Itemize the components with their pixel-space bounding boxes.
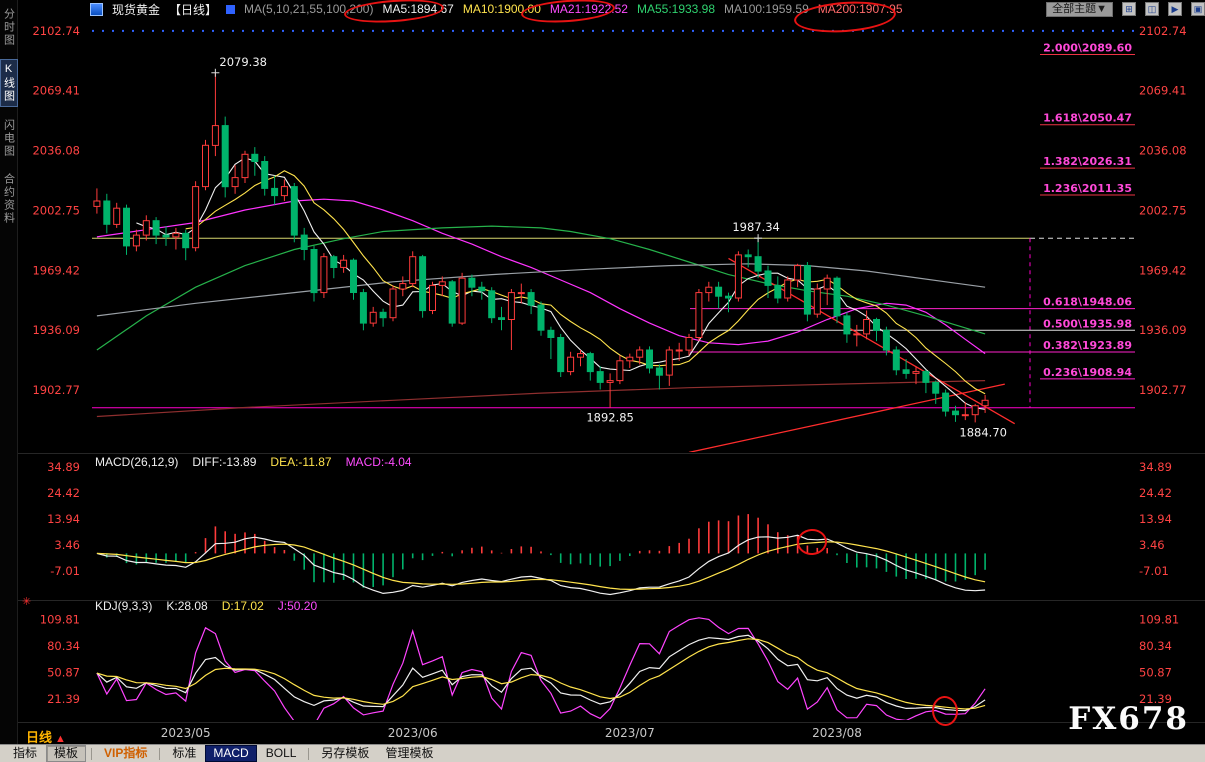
svg-text:0.618\1948.06: 0.618\1948.06 [1043,296,1132,309]
svg-text:-7.01: -7.01 [1139,564,1169,578]
svg-text:1902.77: 1902.77 [1139,383,1187,397]
kdj-j-value: J:50.20 [278,599,317,613]
svg-text:0.500\1935.98: 0.500\1935.98 [1043,317,1132,330]
svg-text:2023/06: 2023/06 [388,726,438,740]
macd-header: MACD(26,12,9) DIFF:-13.89 DEA:-11.87 MAC… [95,455,412,469]
kdj-k-value: K:28.08 [166,599,207,613]
top-toolbar: 现货黄金 【日线】 MA(5,10,21,55,100,200) MA5:189… [0,0,1205,18]
svg-text:1936.09: 1936.09 [32,323,80,337]
svg-text:2036.08: 2036.08 [32,144,80,158]
split-layout-icon[interactable]: ◫ [1145,2,1159,16]
sidebar-tab-time-chart[interactable]: 分时图 [1,5,17,50]
tab-templates[interactable]: 模板 [46,745,86,762]
candles-layer [94,73,988,423]
tab-macd[interactable]: MACD [205,745,256,762]
divider [308,748,309,760]
svg-text:1902.77: 1902.77 [32,383,80,397]
svg-text:2023/05: 2023/05 [161,726,211,740]
svg-text:1969.42: 1969.42 [32,263,80,277]
svg-text:0.236\1908.94: 0.236\1908.94 [1043,366,1132,379]
kdj-d-value: D:17.02 [222,599,264,613]
macd-dea-value: DEA:-11.87 [270,455,331,469]
svg-text:1892.85: 1892.85 [586,411,634,425]
chart-canvas[interactable]: 2.000\2089.60 1.618\2050.47 1.382\2026.31 1… [0,0,1205,745]
svg-text:109.81: 109.81 [40,612,80,626]
svg-text:109.81: 109.81 [1139,612,1179,626]
svg-text:50.87: 50.87 [47,665,80,679]
instrument-icon [90,3,103,16]
svg-text:1936.09: 1936.09 [1139,323,1187,337]
macd-title: MACD(26,12,9) [95,455,178,469]
svg-text:1969.42: 1969.42 [1139,263,1187,277]
kdj-layer [97,618,985,726]
ma-indicator-icon [226,5,235,14]
left-tab-strip: 分时图 K线图 闪电图 合约资料 [0,0,18,745]
sidebar-tab-kline[interactable]: K线图 [0,59,18,107]
tab-manage-template[interactable]: 管理模板 [378,746,440,761]
grid-layout-icon[interactable]: ⊞ [1122,2,1136,16]
tab-save-template[interactable]: 另存模板 [314,746,376,761]
divider [159,748,160,760]
ma100-value: MA100:1959.59 [724,2,809,16]
macd-diff-value: DIFF:-13.89 [192,455,256,469]
period-name: 日线 [26,730,52,745]
svg-text:3.46: 3.46 [54,538,80,552]
svg-text:21.39: 21.39 [47,692,80,706]
svg-text:2102.74: 2102.74 [1139,24,1187,38]
svg-text:24.42: 24.42 [1139,486,1172,500]
kdj-header: KDJ(9,3,3) K:28.08 D:17.02 J:50.20 [95,599,317,613]
svg-text:80.34: 80.34 [1139,639,1172,653]
svg-text:13.94: 13.94 [47,512,80,526]
kdj-title: KDJ(9,3,3) [95,599,152,613]
next-chart-icon[interactable]: ▶ [1168,2,1182,16]
single-view-icon[interactable]: ▣ [1191,2,1205,16]
svg-text:1884.70: 1884.70 [959,425,1007,439]
svg-text:-7.01: -7.01 [50,564,80,578]
svg-text:2002.75: 2002.75 [32,203,80,217]
ma21-value: MA21:1922.52 [550,2,628,16]
bottom-tab-bar: 指标 模板 VIP指标 标准 MACD BOLL 另存模板 管理模板 [0,744,1205,762]
ma200-value: MA200:1907.95 [818,2,903,16]
divider [91,748,92,760]
ma5-value: MA5:1894.67 [382,2,453,16]
svg-text:13.94: 13.94 [1139,512,1172,526]
sidebar-tab-flash-chart[interactable]: 闪电图 [1,116,17,161]
svg-text:2002.75: 2002.75 [1139,203,1187,217]
svg-text:2069.41: 2069.41 [32,84,80,98]
ma-caption: MA(5,10,21,55,100,200) [244,2,373,16]
sidebar-tab-contract-info[interactable]: 合约资料 [1,170,17,228]
svg-text:1.382\2026.31: 1.382\2026.31 [1043,155,1132,168]
svg-text:0.382\1923.89: 0.382\1923.89 [1043,339,1132,352]
svg-text:2.000\2089.60: 2.000\2089.60 [1043,42,1132,55]
watermark: FX678 [1068,701,1189,737]
svg-text:80.34: 80.34 [47,639,80,653]
period-label: 【日线】 [169,1,217,18]
svg-text:2102.74: 2102.74 [32,24,80,38]
svg-text:1987.34: 1987.34 [732,220,780,234]
svg-text:2079.38: 2079.38 [219,55,267,69]
trading-app-window: 现货黄金 【日线】 MA(5,10,21,55,100,200) MA5:189… [0,0,1205,762]
svg-text:1.618\2050.47: 1.618\2050.47 [1043,112,1132,125]
ma55-value: MA55:1933.98 [637,2,715,16]
marker-icon: ✳ [22,595,31,608]
svg-text:34.89: 34.89 [47,460,80,474]
svg-text:2069.41: 2069.41 [1139,84,1187,98]
symbol-title: 现货黄金 [112,1,160,18]
theme-dropdown-button[interactable]: 全部主题▼ [1046,2,1113,17]
ma10-value: MA10:1900.00 [463,2,541,16]
tab-boll[interactable]: BOLL [259,746,304,761]
svg-text:50.87: 50.87 [1139,665,1172,679]
macd-macd-value: MACD:-4.04 [346,455,412,469]
svg-text:3.46: 3.46 [1139,538,1165,552]
tab-indicators[interactable]: 指标 [6,746,44,761]
tab-vip-indicators[interactable]: VIP指标 [97,746,154,761]
tab-standard[interactable]: 标准 [165,746,203,761]
svg-text:34.89: 34.89 [1139,460,1172,474]
macd-layer [97,514,985,594]
svg-text:2036.08: 2036.08 [1139,144,1187,158]
svg-text:1.236\2011.35: 1.236\2011.35 [1043,182,1132,195]
svg-text:2023/07: 2023/07 [605,726,655,740]
svg-text:24.42: 24.42 [47,486,80,500]
svg-text:2023/08: 2023/08 [812,726,862,740]
